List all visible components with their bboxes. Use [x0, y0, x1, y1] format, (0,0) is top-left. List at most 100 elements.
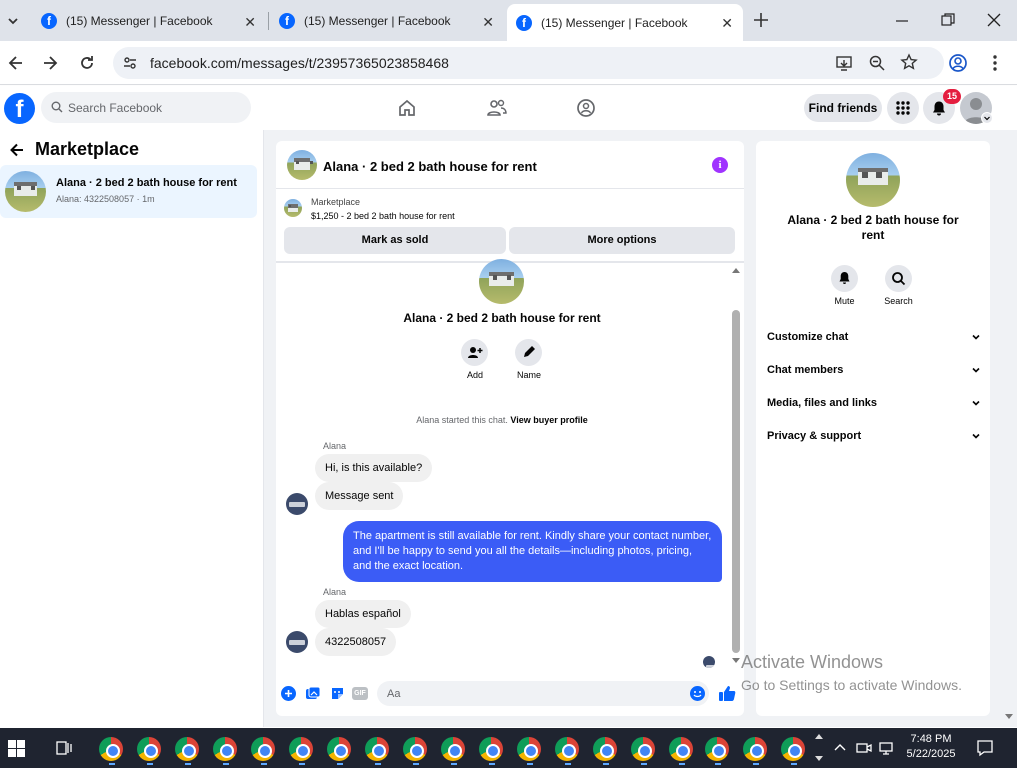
tab-search-dropdown-icon[interactable] [4, 12, 22, 30]
chrome-taskbar-icon[interactable] [327, 737, 351, 765]
page-scroll-down-icon[interactable] [1005, 714, 1013, 719]
chrome-profile-taskbar-icon[interactable] [593, 737, 617, 765]
action-center-icon[interactable] [976, 739, 994, 757]
show-hidden-icons-icon[interactable] [833, 741, 847, 755]
chat-members-row[interactable]: Chat members [767, 364, 981, 376]
listing-summary[interactable]: Marketplace $1,250 - 2 bed 2 bath house … [276, 190, 744, 226]
close-window-icon[interactable] [985, 11, 1003, 29]
gif-icon[interactable]: GIF [352, 687, 368, 700]
media-files-links-row[interactable]: Media, files and links [767, 397, 981, 409]
browser-tab-2[interactable]: f (15) Messenger | Facebook ✕ [268, 6, 504, 36]
meet-now-icon[interactable] [856, 740, 872, 756]
address-bar[interactable]: facebook.com/messages/t/2395736502385846… [113, 47, 944, 79]
search-facebook-input[interactable]: Search Facebook [41, 92, 251, 123]
groups-icon[interactable] [576, 98, 596, 118]
facebook-header: f Search Facebook Find friends 15 [0, 86, 1017, 130]
menu-grid-icon[interactable] [887, 92, 919, 124]
close-tab-icon[interactable]: ✕ [482, 14, 494, 31]
browser-menu-icon[interactable] [986, 53, 1004, 73]
back-arrow-icon[interactable] [6, 53, 26, 73]
more-actions-icon[interactable] [281, 686, 296, 701]
chrome-taskbar-icon[interactable] [251, 737, 275, 765]
sender-avatar[interactable] [286, 631, 308, 653]
attach-photo-icon[interactable] [305, 686, 321, 701]
chat-title[interactable]: Alana · 2 bed 2 bath house for rent [323, 159, 537, 174]
profile-icon[interactable] [948, 53, 968, 73]
zoom-icon[interactable] [868, 54, 886, 72]
add-people-button[interactable] [461, 339, 488, 366]
search-in-chat-button[interactable] [885, 265, 912, 292]
chrome-taskbar-icon[interactable] [631, 737, 655, 765]
name-label: Name [516, 370, 541, 380]
facebook-logo-icon[interactable]: f [4, 93, 35, 124]
incoming-message-bubble[interactable]: Hi, is this available? [315, 454, 433, 482]
scroll-down-arrow-icon[interactable] [732, 658, 740, 663]
close-tab-icon[interactable]: ✕ [244, 14, 256, 31]
like-thumbs-up-icon[interactable] [718, 684, 736, 702]
edit-name-button[interactable] [515, 339, 542, 366]
mute-button[interactable] [831, 265, 858, 292]
chat-info-icon[interactable]: i [712, 157, 728, 173]
taskbar-scroll-down-icon[interactable] [815, 756, 823, 761]
chevron-down-icon [971, 332, 981, 342]
chrome-taskbar-icon[interactable] [289, 737, 313, 765]
chrome-taskbar-icon[interactable] [175, 737, 199, 765]
url-text[interactable]: facebook.com/messages/t/2395736502385846… [150, 55, 449, 71]
close-tab-icon[interactable]: ✕ [721, 15, 733, 32]
view-buyer-profile-link[interactable]: View buyer profile [510, 415, 587, 425]
conversation-list-item[interactable]: Alana · 2 bed 2 bath house for rent Alan… [0, 165, 257, 218]
friends-icon[interactable] [486, 98, 508, 118]
chrome-taskbar-icon[interactable] [99, 737, 123, 765]
browser-tab-3-active[interactable]: f (15) Messenger | Facebook ✕ [507, 4, 743, 41]
chrome-taskbar-icon[interactable] [479, 737, 503, 765]
windows-start-icon[interactable] [8, 740, 25, 757]
customize-chat-row[interactable]: Customize chat [767, 331, 981, 343]
mute-label: Mute [834, 296, 855, 306]
task-view-icon[interactable] [55, 739, 73, 757]
chrome-taskbar-icon[interactable] [517, 737, 541, 765]
chrome-taskbar-icon-active[interactable] [705, 737, 729, 765]
minimize-window-icon[interactable] [893, 12, 911, 30]
outgoing-message-bubble[interactable]: The apartment is still available for ren… [343, 521, 722, 582]
taskbar-clock[interactable]: 7:48 PM 5/22/2025 [900, 732, 962, 762]
chat-scrollbar[interactable] [731, 266, 742, 668]
browser-tab-1[interactable]: f (15) Messenger | Facebook ✕ [30, 6, 266, 36]
message-input[interactable]: Aa [377, 681, 709, 706]
chrome-taskbar-icon[interactable] [555, 737, 579, 765]
site-settings-icon[interactable] [122, 55, 138, 71]
scroll-up-arrow-icon[interactable] [732, 268, 740, 273]
install-app-icon[interactable] [835, 54, 853, 72]
sticker-icon[interactable] [330, 686, 345, 701]
forward-arrow-icon[interactable] [40, 53, 60, 73]
chrome-taskbar-icon[interactable] [137, 737, 161, 765]
find-friends-button[interactable]: Find friends [804, 94, 882, 122]
network-icon[interactable] [879, 740, 895, 756]
chrome-taskbar-icon[interactable] [669, 737, 693, 765]
chat-header-avatar[interactable] [287, 150, 317, 180]
chrome-taskbar-icon[interactable] [441, 737, 465, 765]
chrome-taskbar-icon[interactable] [403, 737, 427, 765]
scrollbar-thumb[interactable] [732, 310, 740, 653]
more-options-button[interactable]: More options [509, 227, 735, 254]
privacy-support-row[interactable]: Privacy & support [767, 430, 981, 442]
taskbar-scroll-up-icon[interactable] [815, 734, 823, 739]
incoming-message-bubble[interactable]: Hablas español [315, 600, 411, 628]
chrome-taskbar-icon[interactable] [743, 737, 767, 765]
bookmark-star-icon[interactable] [900, 53, 918, 71]
reload-icon[interactable] [77, 53, 97, 73]
home-icon[interactable] [397, 98, 417, 118]
chat-header: Alana · 2 bed 2 bath house for rent i [276, 141, 744, 189]
details-avatar[interactable] [846, 153, 900, 207]
new-tab-icon[interactable] [751, 10, 771, 30]
sender-avatar[interactable] [286, 493, 308, 515]
back-arrow-icon[interactable] [8, 141, 26, 159]
mark-as-sold-button[interactable]: Mark as sold [284, 227, 506, 254]
chrome-taskbar-icon[interactable] [213, 737, 237, 765]
chrome-taskbar-icon[interactable] [781, 737, 805, 765]
incoming-message-bubble[interactable]: Message sent [315, 482, 404, 510]
emoji-icon[interactable] [690, 686, 705, 701]
restore-window-icon[interactable] [939, 11, 957, 29]
chrome-taskbar-icon[interactable] [365, 737, 389, 765]
account-chevron-icon[interactable] [981, 112, 993, 124]
incoming-message-bubble[interactable]: 4322508057 [315, 628, 397, 656]
